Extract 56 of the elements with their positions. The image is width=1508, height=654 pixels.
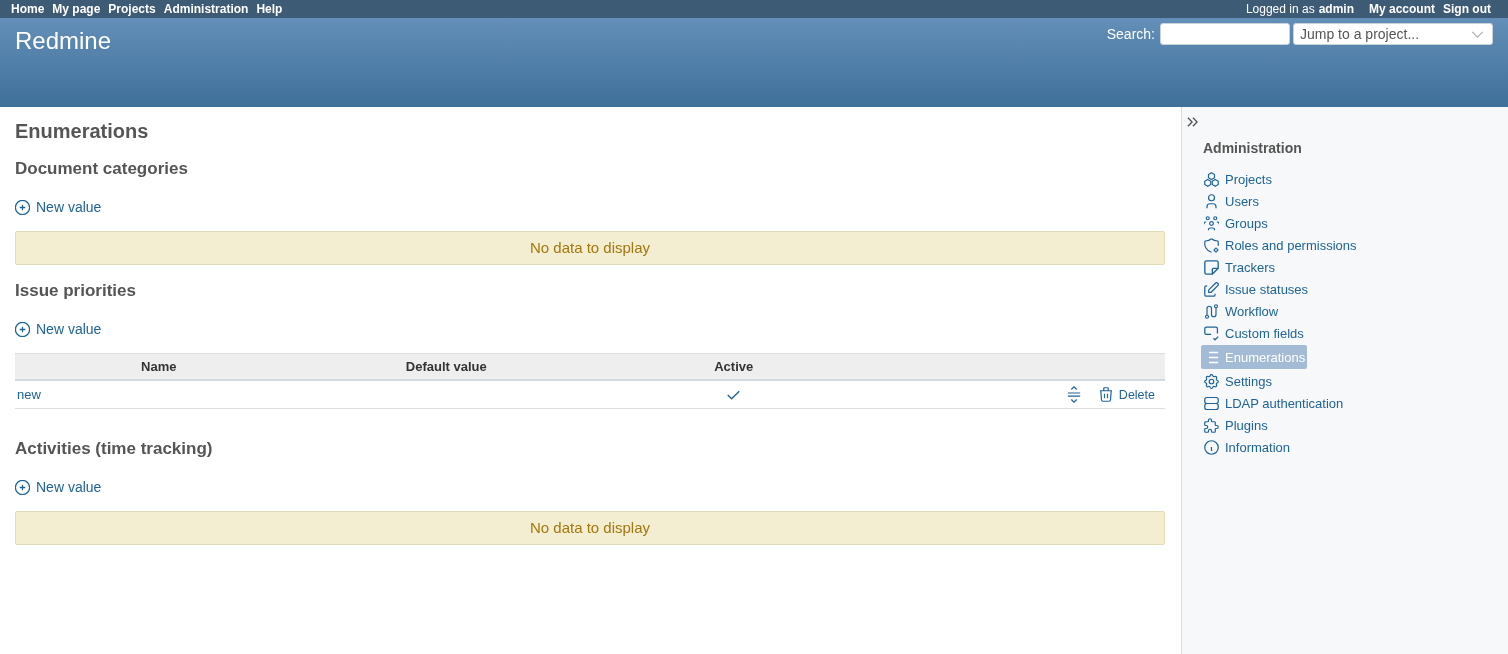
account-menu-link[interactable]: My account	[1369, 2, 1435, 16]
double-chevron-icon[interactable]	[1187, 117, 1198, 127]
column-header: Default value	[405, 359, 487, 374]
section-title: Document categories	[15, 158, 189, 180]
page-title: Enumerations	[15, 119, 150, 143]
new-value-link[interactable]: New value	[15, 319, 102, 339]
drag-handle-icon[interactable]	[1066, 386, 1081, 403]
sidebar-item[interactable]: Users	[1201, 190, 1262, 212]
sidebar-item[interactable]: Trackers	[1201, 256, 1279, 278]
sidebar-item[interactable]: Custom fields	[1201, 322, 1307, 344]
sidebar-item[interactable]: Groups	[1201, 212, 1271, 234]
input-check-icon	[1204, 325, 1219, 341]
sidebar-item[interactable]: Workflow	[1201, 300, 1282, 322]
cubes-icon	[1204, 171, 1219, 187]
section-title: Issue priorities	[15, 280, 137, 302]
user-icon	[1204, 193, 1219, 209]
users-group-icon	[1204, 215, 1219, 231]
new-value-link[interactable]: New value	[15, 477, 102, 497]
server-icon	[1204, 395, 1219, 411]
sidebar-item[interactable]: Issue statuses	[1201, 278, 1312, 300]
search-label: Search:	[1106, 26, 1155, 42]
delete-link[interactable]: Delete	[1098, 387, 1155, 402]
puzzle-icon	[1204, 417, 1219, 433]
logged-in-label: Logged in as	[1245, 2, 1315, 16]
caret-icon	[1471, 30, 1484, 38]
route-icon	[1204, 303, 1219, 319]
shield-gear-icon	[1204, 237, 1219, 253]
project-jump-select[interactable]: Jump to a project...	[1293, 23, 1493, 45]
account-menu-link[interactable]: Sign out	[1443, 2, 1491, 16]
sidebar-item[interactable]: LDAP authentication	[1201, 392, 1347, 414]
top-menu-link[interactable]: Home	[11, 2, 45, 16]
sidebar-item[interactable]: Information	[1201, 436, 1294, 458]
sidebar-item[interactable]: Projects	[1201, 168, 1275, 190]
sidebar-item[interactable]: Settings	[1201, 370, 1275, 392]
sticky-note-icon	[1204, 259, 1219, 275]
trash-icon	[1098, 387, 1113, 402]
sidebar-item[interactable]: Plugins	[1201, 414, 1271, 436]
info-icon	[1204, 439, 1219, 455]
top-menu-link[interactable]: Administration	[163, 2, 249, 16]
new-value-link[interactable]: New value	[15, 197, 102, 217]
no-data-message: No data to display	[15, 511, 1165, 545]
settings-icon	[1204, 373, 1219, 389]
enumeration-name-link[interactable]: new	[17, 387, 41, 402]
section-title: Activities (time tracking)	[15, 438, 214, 460]
search-field[interactable]	[1160, 23, 1290, 45]
username-link[interactable]: admin	[1318, 2, 1354, 16]
sidebar-item[interactable]: Roles and permissions	[1201, 234, 1360, 256]
column-header: Active	[714, 359, 754, 374]
no-data-message: No data to display	[15, 231, 1165, 265]
top-menu-link[interactable]: My page	[52, 2, 101, 16]
site-title: Redmine	[15, 27, 112, 55]
top-menu-link[interactable]: Projects	[108, 2, 156, 16]
edit-icon	[1204, 281, 1219, 297]
top-menu-link[interactable]: Help	[256, 2, 283, 16]
column-header: Name	[141, 359, 177, 374]
sidebar-title: Administration	[1203, 139, 1303, 157]
